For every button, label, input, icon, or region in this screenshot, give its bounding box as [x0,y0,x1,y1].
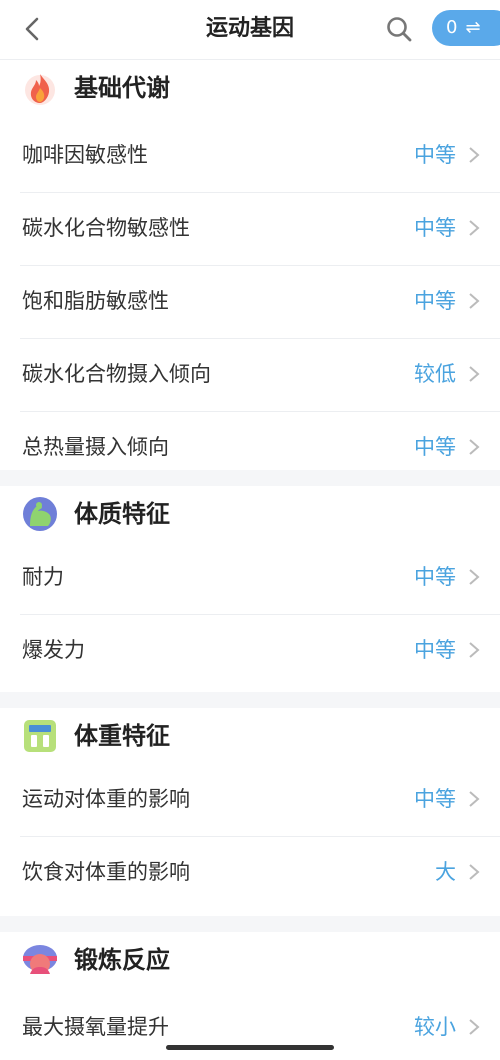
item-level: 中等 [414,565,456,589]
section-title: 体质特征 [74,500,170,528]
item-level: 中等 [414,787,456,811]
section-header: 基础代谢 [0,60,500,120]
item-level: 中等 [414,289,456,313]
item-name: 爆发力 [22,638,85,662]
item-level: 较小 [414,1015,456,1039]
item-name: 总热量摄入倾向 [22,435,169,459]
chevron-right-icon [469,569,480,585]
item-name: 最大摄氧量提升 [22,1015,169,1039]
section-title: 基础代谢 [74,74,170,102]
item-name: 饱和脂肪敏感性 [22,289,169,313]
section-header: 体重特征 [0,708,500,768]
item-level: 中等 [414,143,456,167]
item-level: 中等 [414,435,456,459]
list-item[interactable]: 咖啡因敏感性 中等 [20,120,500,193]
chevron-right-icon [469,1019,480,1035]
swap-arrows-icon: ⇌ [465,17,481,38]
nav-bar: 运动基因 0 ⇌ [0,0,500,60]
item-level: 中等 [414,216,456,240]
flame-icon [25,74,55,105]
home-indicator[interactable] [166,1045,334,1050]
search-icon[interactable] [384,14,414,44]
compare-button[interactable]: 0 ⇌ [432,10,500,46]
section-exercise-response: 锻炼反应 最大摄氧量提升 较小 [0,932,500,1060]
item-level: 中等 [414,638,456,662]
scale-icon [24,720,56,752]
section-header: 体质特征 [0,486,500,546]
item-name: 碳水化合物摄入倾向 [22,362,211,386]
chevron-right-icon [469,642,480,658]
section-title: 锻炼反应 [74,946,170,974]
list-item[interactable]: 碳水化合物摄入倾向 较低 [20,339,500,412]
list-item[interactable]: 总热量摄入倾向 中等 [20,412,500,484]
list-item[interactable]: 饮食对体重的影响 大 [20,837,500,909]
item-name: 耐力 [22,565,64,589]
chevron-right-icon [469,147,480,163]
running-person-icon [23,945,57,974]
section-physique: 体质特征 耐力 中等 爆发力 中等 [0,486,500,692]
list-item[interactable]: 爆发力 中等 [20,615,500,687]
compare-count: 0 [446,17,458,38]
item-name: 咖啡因敏感性 [22,143,148,167]
item-name: 运动对体重的影响 [22,787,190,811]
item-name: 饮食对体重的影响 [22,860,190,884]
item-level: 较低 [414,362,456,386]
chevron-right-icon [469,864,480,880]
list-item[interactable]: 饱和脂肪敏感性 中等 [20,266,500,339]
list-item[interactable]: 碳水化合物敏感性 中等 [20,193,500,266]
item-name: 碳水化合物敏感性 [22,216,190,240]
flexed-arm-icon [23,497,57,531]
list-item[interactable]: 耐力 中等 [20,542,500,615]
chevron-right-icon [469,220,480,236]
item-level: 大 [435,860,456,884]
section-weight: 体重特征 运动对体重的影响 中等 饮食对体重的影响 大 [0,708,500,916]
chevron-right-icon [469,293,480,309]
chevron-right-icon [469,366,480,382]
section-basic-metabolism: 基础代谢 咖啡因敏感性 中等 碳水化合物敏感性 中等 饱和脂肪敏感性 中等 碳水… [0,60,500,470]
chevron-right-icon [469,791,480,807]
chevron-right-icon [469,439,480,455]
section-header: 锻炼反应 [0,932,500,992]
section-title: 体重特征 [74,722,170,750]
list-item[interactable]: 运动对体重的影响 中等 [20,764,500,837]
page-title: 运动基因 [205,16,294,41]
